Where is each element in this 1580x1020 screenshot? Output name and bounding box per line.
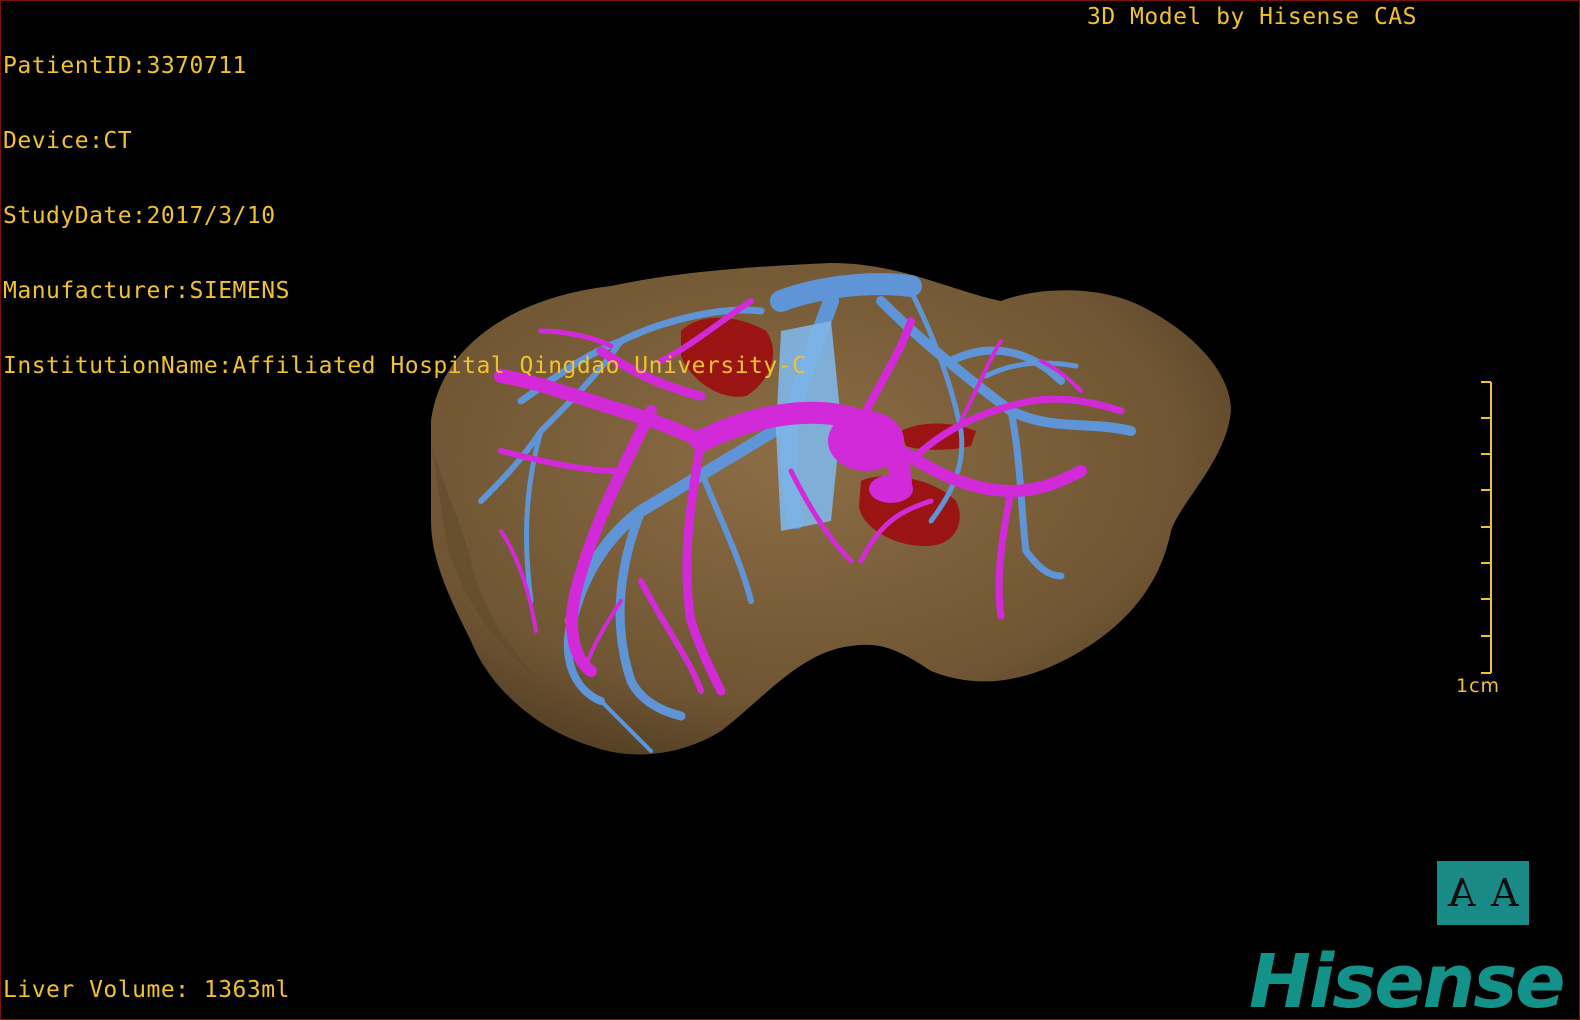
patient-id: PatientID:3370711 xyxy=(3,53,247,79)
patient-info-overlay: PatientID:3370711 Device:CT StudyDate:20… xyxy=(3,4,806,429)
device: Device:CT xyxy=(3,128,133,154)
model-credit: 3D Model by Hisense CAS xyxy=(1087,4,1417,30)
study-date: StudyDate:2017/3/10 xyxy=(3,203,276,229)
hisense-logo: Hisense xyxy=(1249,939,1565,1020)
orientation-left-glyph: A xyxy=(1447,871,1475,915)
scale-bar-label: 1cm xyxy=(1456,675,1501,697)
liver-volume: Liver Volume: 1363ml xyxy=(3,977,290,1003)
orientation-cube-button[interactable]: A A xyxy=(1437,861,1529,925)
scale-bar xyxy=(1481,381,1492,674)
institution-name: InstitutionName:Affiliated Hospital Qing… xyxy=(3,353,807,379)
portal-trunk xyxy=(869,475,913,503)
3d-viewport[interactable]: PatientID:3370711 Device:CT StudyDate:20… xyxy=(0,0,1580,1020)
portal-confluence xyxy=(828,411,904,471)
manufacturer: Manufacturer:SIEMENS xyxy=(3,278,290,304)
orientation-right-glyph: A xyxy=(1491,871,1519,915)
